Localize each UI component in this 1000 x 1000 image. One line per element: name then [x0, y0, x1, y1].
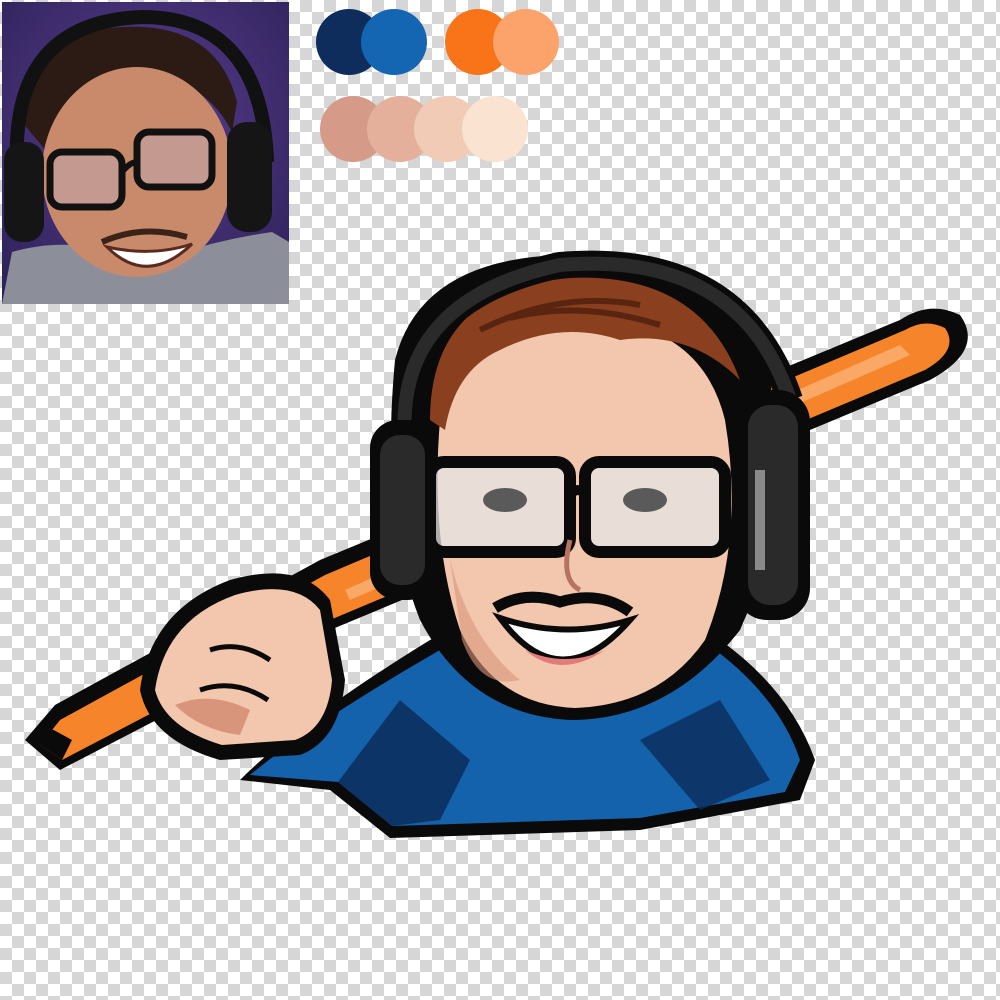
hand-holding-bat	[140, 573, 345, 760]
palette-swatch	[462, 96, 528, 162]
photo-glasses-left	[46, 148, 126, 211]
photo-glasses-right	[133, 128, 216, 191]
photo-headset-right	[227, 122, 272, 232]
palette-swatch	[361, 9, 427, 75]
mascot-illustration	[0, 230, 1000, 870]
palette-swatch	[493, 9, 559, 75]
photo-headset-left	[4, 142, 44, 242]
gamer-mascot-icon	[25, 250, 968, 838]
